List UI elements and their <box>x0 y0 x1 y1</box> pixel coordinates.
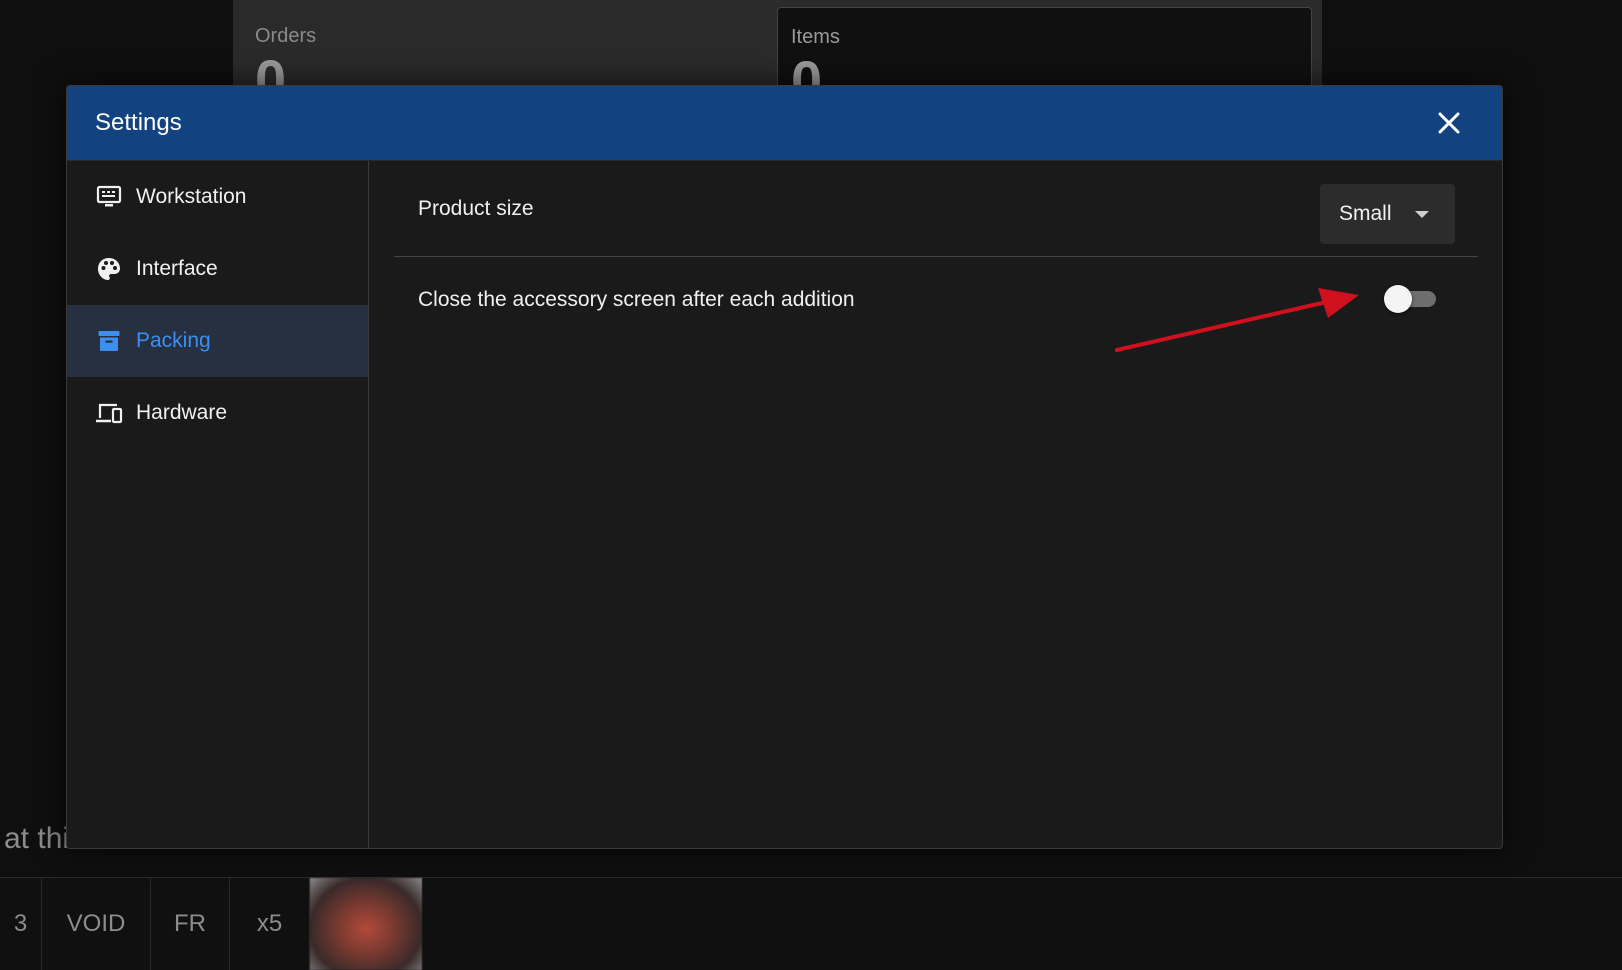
monitor-icon <box>95 183 123 211</box>
sidebar-item-label: Hardware <box>136 401 228 424</box>
chevron-down-icon <box>1415 211 1429 218</box>
palette-icon <box>95 255 123 283</box>
sidebar-item-label: Packing <box>136 329 211 352</box>
close-accessory-toggle[interactable] <box>1384 285 1436 313</box>
dialog-header: Settings <box>67 86 1502 161</box>
settings-dialog: Settings Workstation Interface Packing H… <box>66 85 1503 849</box>
sidebar-item-hardware[interactable]: Hardware <box>67 377 368 449</box>
settings-sidebar: Workstation Interface Packing Hardware <box>67 161 369 848</box>
close-accessory-label: Close the accessory screen after each ad… <box>418 288 855 311</box>
sidebar-item-interface[interactable]: Interface <box>67 233 368 305</box>
setting-row-product-size: Product size Small <box>394 161 1478 257</box>
setting-row-close-accessory: Close the accessory screen after each ad… <box>394 257 1478 343</box>
items-card: Items 0 <box>777 7 1312 109</box>
orders-label: Orders <box>255 25 317 47</box>
dialog-title: Settings <box>95 109 182 136</box>
orders-card: Orders 0 <box>233 0 763 108</box>
product-size-select[interactable]: Small <box>1320 184 1455 244</box>
bottom-cell-void[interactable]: VOID <box>42 878 151 970</box>
devices-icon <box>95 399 123 427</box>
close-icon <box>1438 112 1460 134</box>
bottom-cell-language[interactable]: FR <box>151 878 230 970</box>
product-size-value: Small <box>1339 202 1392 225</box>
sidebar-item-workstation[interactable]: Workstation <box>67 161 368 233</box>
bottom-cell-quantity[interactable]: x5 <box>230 878 310 970</box>
product-size-label: Product size <box>418 196 534 220</box>
bottom-cell-count[interactable]: 3 <box>0 878 42 970</box>
close-button[interactable] <box>1432 106 1466 140</box>
sidebar-item-label: Interface <box>136 257 218 280</box>
archive-box-icon <box>95 327 123 355</box>
sidebar-item-packing[interactable]: Packing <box>67 305 368 377</box>
toggle-knob <box>1384 285 1412 313</box>
product-thumbnail[interactable] <box>310 878 422 970</box>
sidebar-item-label: Workstation <box>136 185 247 208</box>
items-label: Items <box>791 26 840 48</box>
bottom-bar: 3 VOID FR x5 <box>0 877 1622 970</box>
settings-content: Product size Small Close the accessory s… <box>369 161 1502 848</box>
